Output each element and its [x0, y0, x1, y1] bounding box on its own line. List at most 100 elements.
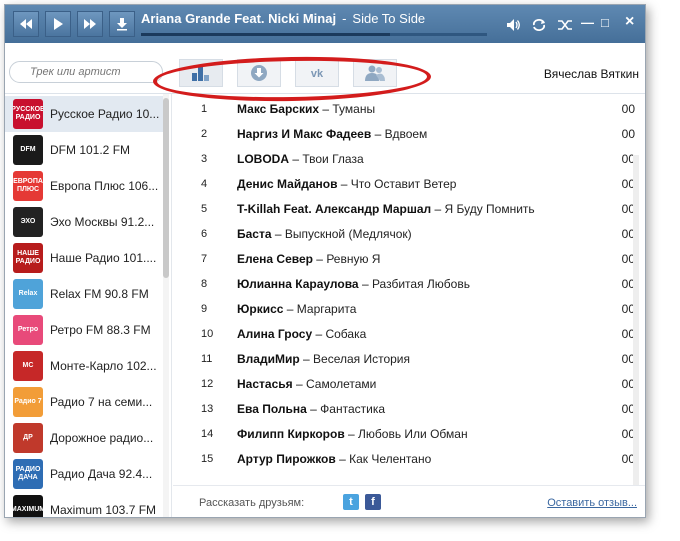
track-dash: –	[319, 101, 333, 116]
track-title: Настасья – Самолетами	[237, 377, 376, 391]
track-row[interactable]: 5 T-Killah Feat. Александр Маршал – Я Буд…	[173, 196, 641, 221]
shuffle-button[interactable]	[557, 17, 573, 33]
repeat-button[interactable]	[531, 17, 547, 33]
feedback-link[interactable]: Оставить отзыв...	[547, 497, 637, 509]
track-number: 4	[201, 177, 208, 190]
stations-sidebar: РУССКОЕ РАДИО Русское Радио 10... DFM DFM 1…	[5, 94, 172, 517]
station-name: Монте-Карло 102...	[50, 359, 157, 373]
track-row[interactable]: 1 Макс Барских – Туманы 00	[173, 96, 641, 121]
track-list-scrollbar[interactable]	[633, 155, 639, 485]
station-item[interactable]: ЕВРОПА ПЛЮС Европа Плюс 106...	[5, 168, 163, 204]
rewind-icon	[20, 19, 32, 29]
toolbar-row: vk Вячеслав Вяткин	[5, 43, 645, 104]
station-item[interactable]: РАДИО ДАЧА Радио Дача 92.4...	[5, 456, 163, 492]
track-number: 8	[201, 277, 208, 290]
track-dash: –	[306, 401, 321, 416]
previous-button[interactable]	[13, 11, 39, 37]
next-button[interactable]	[77, 11, 103, 37]
track-song: Веселая История	[313, 351, 411, 366]
station-name: Дорожное радио...	[50, 431, 154, 445]
track-row[interactable]: 10 Алина Гросу – Собака 00	[173, 321, 641, 346]
track-number: 13	[201, 402, 214, 415]
sidebar-scrollbar-thumb[interactable]	[163, 98, 169, 278]
track-row[interactable]: 9 Юркисс – Маргарита 00	[173, 296, 641, 321]
track-song: Как Челентано	[349, 451, 432, 466]
station-item[interactable]: Радио 7 Радио 7 на семи...	[5, 384, 163, 420]
station-item[interactable]: ЭХО Эхо Москвы 91.2...	[5, 204, 163, 240]
track-title: Макс Барских – Туманы	[237, 102, 375, 116]
station-name: Maximum 103.7 FM	[50, 503, 157, 517]
station-logo: Relax	[13, 279, 43, 309]
close-button[interactable]: ×	[625, 13, 634, 31]
station-logo: НАШЕ РАДИО	[13, 243, 43, 273]
user-name[interactable]: Вячеслав Вяткин	[544, 67, 639, 81]
track-song: Маргарита	[296, 301, 357, 316]
track-artist: ВладиМир	[237, 351, 300, 366]
station-item[interactable]: DFM DFM 101.2 FM	[5, 132, 163, 168]
track-dash: –	[289, 151, 303, 166]
station-logo: DFM	[13, 135, 43, 165]
track-artist: LOBODA	[237, 151, 289, 166]
track-row[interactable]: 8 Юлианна Караулова – Разбитая Любовь 00	[173, 271, 641, 296]
station-name: Радио Дача 92.4...	[50, 467, 153, 481]
track-song: Разбитая Любовь	[371, 276, 470, 291]
station-item[interactable]: НАШЕ РАДИО Наше Радио 101....	[5, 240, 163, 276]
track-dash: –	[312, 251, 327, 266]
station-name: Relax FM 90.8 FM	[50, 287, 149, 301]
station-item[interactable]: РУССКОЕ РАДИО Русское Радио 10...	[5, 96, 163, 132]
track-title: Юлианна Караулова – Разбитая Любовь	[237, 277, 470, 291]
station-name: Русское Радио 10...	[50, 107, 160, 121]
search-input[interactable]	[9, 61, 163, 83]
station-logo: MAXIMUM	[13, 495, 43, 517]
track-artist: Алина Гросу	[237, 326, 313, 341]
station-item[interactable]: ДР Дорожное радио...	[5, 420, 163, 456]
station-item[interactable]: Relax Relax FM 90.8 FM	[5, 276, 163, 312]
track-dash: –	[335, 451, 350, 466]
track-number: 7	[201, 252, 208, 265]
track-row[interactable]: 13 Ева Польна – Фантастика 00	[173, 396, 641, 421]
track-row[interactable]: 6 Баста – Выпускной (Медлячок) 00	[173, 221, 641, 246]
track-duration: 00	[621, 101, 635, 116]
track-title: Филипп Киркоров – Любовь Или Обман	[237, 427, 468, 441]
track-artist: Ева Польна	[237, 401, 307, 416]
minimize-button[interactable]: —	[581, 15, 594, 30]
track-artist: Артур Пирожков	[237, 451, 336, 466]
station-logo: MC	[13, 351, 43, 381]
track-title: Алина Гросу – Собака	[237, 327, 366, 341]
track-number: 11	[201, 352, 213, 365]
progress-bar[interactable]	[141, 33, 487, 36]
track-row[interactable]: 7 Елена Север – Ревную Я 00	[173, 246, 641, 271]
track-row[interactable]: 11 ВладиМир – Веселая История 00	[173, 346, 641, 371]
track-song: Фантастика	[320, 401, 386, 416]
station-name: Ретро FM 88.3 FM	[50, 323, 151, 337]
track-row[interactable]: 12 Настасья – Самолетами 00	[173, 371, 641, 396]
track-row[interactable]: 3 LOBODA – Твои Глаза 00	[173, 146, 641, 171]
restore-button[interactable]: □	[601, 15, 609, 30]
track-row[interactable]: 14 Филипп Киркоров – Любовь Или Обман 00	[173, 421, 641, 446]
track-row[interactable]: 2 Наргиз И Макс Фадеев – Вдвоем 00	[173, 121, 641, 146]
track-song: Любовь Или Обман	[358, 426, 468, 441]
now-playing-title: Side To Side	[352, 11, 426, 26]
station-item[interactable]: MC Монте-Карло 102...	[5, 348, 163, 384]
twitter-icon[interactable]: t	[343, 494, 359, 510]
station-item[interactable]: Ретро Ретро FM 88.3 FM	[5, 312, 163, 348]
station-logo: ЭХО	[13, 207, 43, 237]
now-playing-artist: Ariana Grande Feat. Nicki Minaj	[141, 11, 337, 26]
download-track-button[interactable]	[109, 11, 135, 37]
facebook-icon[interactable]: f	[365, 494, 381, 510]
track-song: Выпускной (Медлячок)	[284, 226, 412, 241]
play-button[interactable]	[45, 11, 71, 37]
station-name: Наше Радио 101....	[50, 251, 157, 265]
station-item[interactable]: MAXIMUM Maximum 103.7 FM	[5, 492, 163, 517]
track-row[interactable]: 15 Артур Пирожков – Как Челентано 00	[173, 446, 641, 471]
track-number: 5	[201, 202, 208, 215]
track-dash: –	[271, 226, 285, 241]
track-artist: Юркисс	[237, 301, 284, 316]
now-playing: Ariana Grande Feat. Nicki Minaj - Side To …	[141, 11, 425, 26]
radio-app-window: Ariana Grande Feat. Nicki Minaj - Side To …	[4, 4, 646, 518]
track-title: Юркисс – Маргарита	[237, 302, 356, 316]
track-row[interactable]: 4 Денис Майданов – Что Оставит Ветер 00	[173, 171, 641, 196]
track-title: LOBODA – Твои Глаза	[237, 152, 364, 166]
station-logo: ЕВРОПА ПЛЮС	[13, 171, 43, 201]
volume-button[interactable]	[505, 17, 521, 33]
